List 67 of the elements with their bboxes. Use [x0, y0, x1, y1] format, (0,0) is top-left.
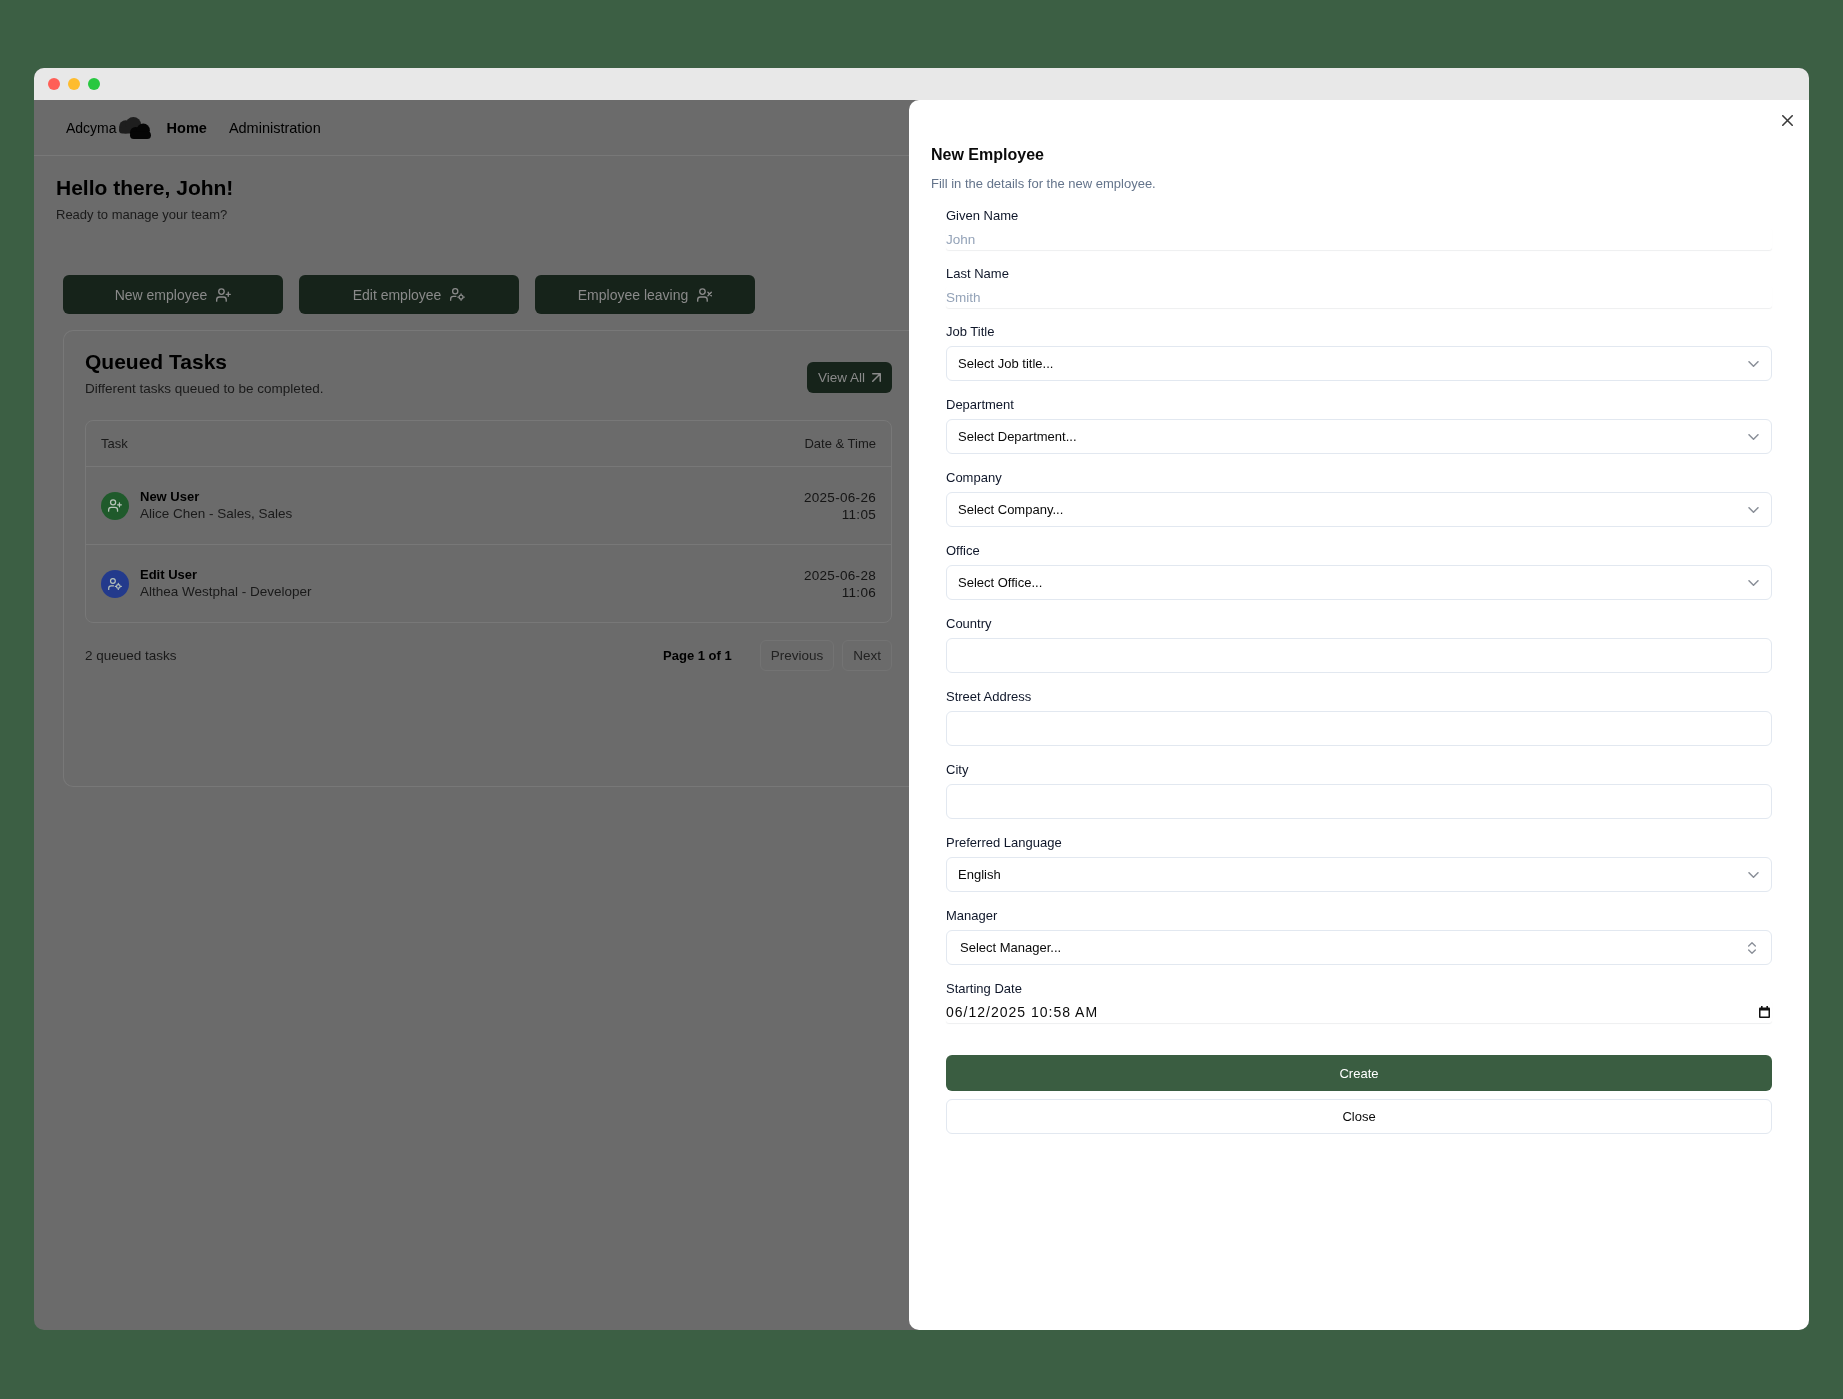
- input-field[interactable]: [946, 711, 1772, 746]
- action-button[interactable]: New employee: [63, 275, 283, 314]
- task-detail: Althea Westphal - Developer: [140, 583, 312, 601]
- field-label: City: [946, 762, 969, 778]
- select-dropdown[interactable]: Select Job title...: [946, 346, 1772, 381]
- select-dropdown[interactable]: Select Department...: [946, 419, 1772, 454]
- window-maximize-icon[interactable]: [88, 78, 100, 90]
- field-label: Manager: [946, 908, 998, 924]
- card-title: Queued Tasks: [85, 349, 227, 375]
- action-button[interactable]: Employee leaving: [535, 275, 755, 314]
- text-input[interactable]: Smith: [946, 286, 1772, 308]
- nav-link[interactable]: Administration: [228, 119, 321, 136]
- field-label: Office: [946, 543, 980, 559]
- task-name: Edit User: [140, 566, 198, 583]
- column-header: Task: [101, 436, 128, 451]
- field-label: Last Name: [946, 266, 1009, 282]
- close-button[interactable]: Close: [946, 1099, 1772, 1134]
- card-subtitle: Different tasks queued to be completed.: [85, 380, 324, 398]
- page-indicator: Page 1 of 1: [663, 648, 732, 663]
- combobox[interactable]: Select Manager...: [946, 930, 1772, 965]
- user-gear-icon: [450, 288, 466, 301]
- create-button[interactable]: Create: [946, 1055, 1772, 1091]
- field-label: Given Name: [946, 208, 1019, 224]
- select-dropdown[interactable]: Select Company...: [946, 492, 1772, 527]
- field-label: Job Title: [946, 324, 995, 340]
- select-dropdown[interactable]: English: [946, 857, 1772, 892]
- calendar-icon[interactable]: [1759, 1006, 1770, 1018]
- task-date: 2025-06-26: [803, 488, 876, 506]
- chevron-down-icon: [1748, 579, 1759, 586]
- task-name: New User: [140, 488, 200, 505]
- user-x-icon: [697, 287, 713, 302]
- window-close-icon[interactable]: [48, 78, 60, 90]
- field-label: Street Address: [946, 689, 1032, 705]
- datetime-input[interactable]: 06/12/2025 10:58 AM: [946, 1001, 1772, 1023]
- chevron-down-icon: [1748, 506, 1759, 513]
- greeting-title: Hello there, John!: [56, 175, 234, 201]
- user-plus-icon: [216, 287, 232, 302]
- up-down-chevron-icon: [1748, 941, 1756, 954]
- column-header: Date & Time: [804, 436, 876, 451]
- view-all-button[interactable]: View All: [806, 362, 892, 393]
- input-field[interactable]: [946, 638, 1772, 673]
- task-date: 2025-06-28: [803, 566, 876, 584]
- cloud-logo-icon[interactable]: [118, 116, 151, 139]
- task-detail: Alice Chen - Sales, Sales: [140, 505, 293, 523]
- field-label: Department: [946, 397, 1014, 413]
- field-label: Country: [946, 616, 992, 632]
- input-field[interactable]: [946, 784, 1772, 819]
- close-icon[interactable]: [1782, 115, 1793, 126]
- arrow-up-right-icon: [872, 373, 881, 382]
- action-button[interactable]: Edit employee: [299, 275, 519, 314]
- field-label: Company: [946, 470, 1002, 486]
- task-time: 11:06: [841, 583, 876, 601]
- logo-text[interactable]: Adcyma: [66, 119, 117, 136]
- select-dropdown[interactable]: Select Office...: [946, 565, 1772, 600]
- dialog-title: New Employee: [931, 145, 1044, 165]
- text-input[interactable]: John: [946, 228, 1772, 250]
- dialog-description: Fill in the details for the new employee.: [931, 175, 1156, 193]
- nav-link[interactable]: Home: [166, 119, 207, 136]
- chevron-down-icon: [1748, 871, 1759, 878]
- field-label: Preferred Language: [946, 835, 1062, 851]
- window-minimize-icon[interactable]: [68, 78, 80, 90]
- chevron-down-icon: [1748, 360, 1759, 367]
- chevron-down-icon: [1748, 433, 1759, 440]
- task-count: 2 queued tasks: [85, 648, 177, 663]
- greeting-subtitle: Ready to manage your team?: [56, 206, 228, 224]
- task-time: 11:05: [841, 505, 876, 523]
- field-label: Starting Date: [946, 981, 1022, 997]
